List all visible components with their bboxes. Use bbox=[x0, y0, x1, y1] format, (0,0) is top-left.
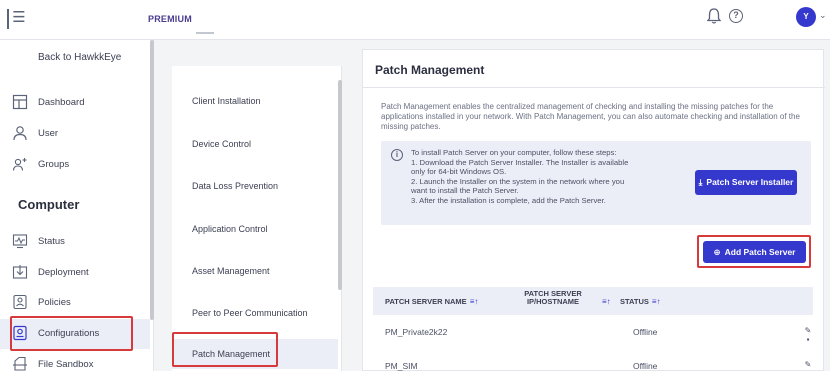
table-header: PATCH SERVER NAME ≡↑ PATCH SERVER IP/HOST… bbox=[373, 287, 813, 315]
patch-server-installer-button[interactable]: ⤓ Patch Server Installer bbox=[695, 170, 797, 195]
install-info-box: i To install Patch Server on your comput… bbox=[381, 141, 811, 225]
subnav-item-data-loss-prevention[interactable]: Data Loss Prevention bbox=[172, 181, 338, 191]
sidebar-item-label: Dashboard bbox=[38, 97, 85, 108]
sort-icon[interactable]: ≡↑ bbox=[470, 297, 479, 306]
edit-icon[interactable]: ✎ bbox=[803, 360, 813, 369]
sidebar-item-deployment[interactable]: Deployment bbox=[0, 258, 150, 288]
row-actions: ✎ ▪ bbox=[803, 326, 813, 344]
patch-management-description: Patch Management enables the centralized… bbox=[381, 102, 800, 131]
user-icon bbox=[13, 126, 27, 141]
chevron-down-icon[interactable]: ⌄ bbox=[819, 10, 827, 21]
sidebar-item-user[interactable]: User bbox=[0, 119, 150, 149]
install-step-2: 2. Launch the Installer on the system in… bbox=[411, 176, 625, 196]
add-patch-server-button[interactable]: ⊕ Add Patch Server bbox=[703, 241, 806, 263]
status-icon bbox=[12, 234, 28, 249]
divider bbox=[363, 87, 825, 88]
help-icon[interactable]: ? bbox=[729, 9, 743, 23]
sidebar-item-policies[interactable]: Policies bbox=[0, 288, 150, 318]
sidebar-item-label: File Sandbox bbox=[38, 359, 94, 370]
sidebar-section-title: Computer bbox=[18, 197, 80, 212]
bell-icon[interactable] bbox=[706, 7, 722, 25]
sidebar-item-status[interactable]: Status bbox=[0, 227, 150, 257]
subnav-item-peer-to-peer[interactable]: Peer to Peer Communication bbox=[172, 308, 338, 318]
patch-server-status: Offline bbox=[633, 361, 658, 371]
file-sandbox-icon bbox=[13, 356, 27, 371]
groups-icon bbox=[12, 158, 27, 171]
plus-circle-icon: ⊕ bbox=[713, 247, 721, 257]
back-to-hawkkeye-link[interactable]: Back to HawkkEye bbox=[38, 52, 121, 63]
sidebar-item-file-sandbox[interactable]: File Sandbox bbox=[0, 350, 150, 371]
info-icon: i bbox=[391, 149, 403, 161]
patch-server-status: Offline bbox=[633, 327, 658, 337]
sidebar-item-label: Deployment bbox=[38, 267, 89, 278]
patch-server-name: PM_Private2k22 bbox=[385, 327, 448, 337]
sidebar-item-label: Groups bbox=[38, 159, 70, 170]
deployment-icon bbox=[12, 265, 28, 279]
subnav-scrollbar[interactable] bbox=[338, 80, 342, 290]
install-step-3: 3. After the installation is complete, a… bbox=[411, 195, 606, 205]
sidebar-item-label: Policies bbox=[38, 297, 71, 308]
sidebar-item-label: Status bbox=[38, 236, 65, 247]
install-step-1: 1. Download the Patch Server Installer. … bbox=[411, 157, 629, 177]
patch-server-name: PM_SIM bbox=[385, 361, 418, 371]
configuration-subnav: Client Installation Device Control Data … bbox=[172, 66, 342, 371]
table-row: PM_SIM Offline ✎ bbox=[373, 354, 813, 371]
installer-button-label: Patch Server Installer bbox=[706, 177, 794, 187]
install-step-intro: To install Patch Server on your computer… bbox=[411, 148, 617, 157]
subnav-item-application-control[interactable]: Application Control bbox=[172, 224, 338, 234]
menu-collapse-icon[interactable]: ☰ bbox=[7, 9, 29, 29]
install-steps: To install Patch Server on your computer… bbox=[411, 148, 641, 206]
row-actions: ✎ bbox=[803, 360, 813, 369]
subnav-item-device-control[interactable]: Device Control bbox=[172, 139, 338, 149]
column-header-status[interactable]: STATUS ≡↑ bbox=[620, 297, 661, 306]
sidebar-item-label: User bbox=[38, 128, 59, 139]
page-title: Patch Management bbox=[375, 63, 485, 77]
column-header-name[interactable]: PATCH SERVER NAME ≡↑ bbox=[385, 297, 478, 306]
top-bar: ☰ PREMIUM ? Y ⌄ bbox=[0, 0, 830, 40]
column-header-ip[interactable]: PATCH SERVER IP/HOSTNAME bbox=[518, 290, 588, 306]
plan-badge: PREMIUM bbox=[148, 14, 192, 24]
highlight-configurations bbox=[10, 316, 133, 351]
patch-management-panel: Patch Management Patch Management enable… bbox=[362, 49, 825, 371]
edit-icon[interactable]: ✎ bbox=[803, 326, 813, 335]
delete-icon[interactable]: ▪ bbox=[803, 335, 813, 344]
sidebar-item-groups[interactable]: Groups bbox=[0, 150, 150, 180]
page-title-placeholder bbox=[196, 32, 214, 34]
download-icon: ⤓ bbox=[698, 177, 703, 187]
policies-icon bbox=[13, 294, 27, 310]
sort-icon[interactable]: ≡↑ bbox=[602, 297, 611, 306]
sort-icon[interactable]: ≡↑ bbox=[652, 297, 661, 306]
sidebar-scrollbar[interactable] bbox=[150, 40, 154, 320]
highlight-patch-management bbox=[172, 332, 278, 367]
table-row: PM_Private2k22 Offline ✎ ▪ bbox=[373, 320, 813, 350]
sidebar-item-dashboard[interactable]: Dashboard bbox=[0, 88, 150, 118]
subnav-item-asset-management[interactable]: Asset Management bbox=[172, 266, 338, 276]
subnav-item-client-installation[interactable]: Client Installation bbox=[172, 96, 338, 106]
dashboard-icon bbox=[12, 94, 28, 110]
avatar[interactable]: Y bbox=[796, 7, 816, 27]
add-button-label: Add Patch Server bbox=[724, 247, 796, 257]
